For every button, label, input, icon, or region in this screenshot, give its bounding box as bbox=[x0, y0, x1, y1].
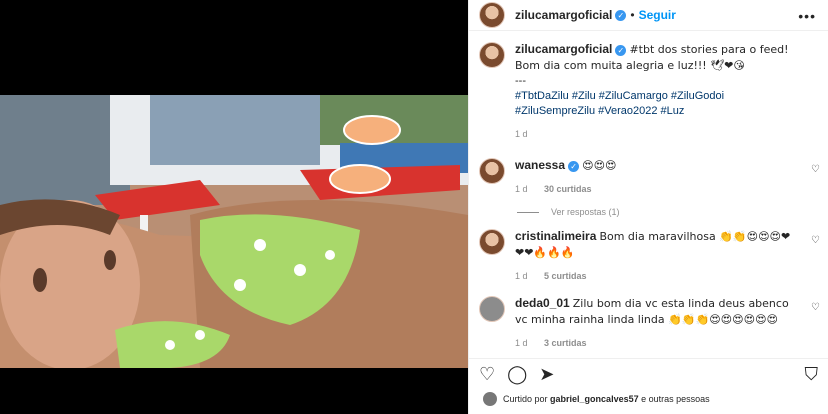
comment-time: 1 d bbox=[515, 338, 528, 348]
comment-likes[interactable]: 30 curtidas bbox=[544, 184, 592, 194]
instagram-post-view: zilucamargoficial ✓ • Seguir ••• zilucam… bbox=[0, 0, 828, 414]
liked-by-prefix: Curtido por bbox=[503, 394, 548, 404]
verified-icon: ✓ bbox=[568, 160, 580, 172]
view-replies-label: Ver respostas (1) bbox=[551, 207, 620, 217]
comment-row: deda0_01 Zilu bom dia vc esta linda deus… bbox=[469, 296, 828, 351]
caption-avatar[interactable] bbox=[479, 42, 505, 68]
author-username[interactable]: zilucamargoficial bbox=[515, 8, 612, 22]
commenter-avatar[interactable] bbox=[479, 229, 505, 255]
caption-row: zilucamargoficial ✓ #tbt dos stories para… bbox=[469, 42, 828, 142]
like-comment-heart-icon[interactable]: ♡ bbox=[811, 302, 820, 313]
comment-row: cristinalimeira Bom dia maravilhosa 👏👏😍😍… bbox=[469, 229, 828, 284]
follow-button[interactable]: Seguir bbox=[639, 8, 676, 22]
comment-meta: 1 d 3 curtidas bbox=[515, 336, 796, 351]
comment-meta: 1 d 5 curtidas bbox=[515, 269, 796, 284]
caption-hashtags[interactable]: #TbtDaZilu #Zilu #ZiluCamargo #ZiluGodoi… bbox=[515, 89, 796, 119]
verified-icon: ✓ bbox=[615, 44, 627, 56]
post-media[interactable] bbox=[0, 0, 468, 414]
comment-time: 1 d bbox=[515, 271, 528, 281]
like-heart-icon[interactable]: ♡ bbox=[479, 365, 495, 383]
commenter-username[interactable]: cristinalimeira bbox=[515, 229, 596, 243]
caption-separator: --- bbox=[515, 75, 526, 87]
post-header: zilucamargoficial ✓ • Seguir ••• bbox=[469, 0, 828, 31]
comment-likes[interactable]: 5 curtidas bbox=[544, 271, 587, 281]
comment-bubble-icon[interactable]: ◯ bbox=[507, 365, 527, 383]
liker-avatar[interactable] bbox=[483, 392, 497, 406]
commenter-username[interactable]: deda0_01 bbox=[515, 296, 570, 310]
liked-by-suffix[interactable]: e outras pessoas bbox=[641, 394, 710, 404]
save-bookmark-icon[interactable]: ⛉ bbox=[805, 365, 819, 383]
author-avatar[interactable] bbox=[479, 2, 505, 28]
dot-separator: • bbox=[630, 8, 635, 22]
liked-by-line: Curtido por gabriel_goncalves57 e outras… bbox=[483, 392, 710, 406]
post-comments-area: zilucamargoficial ✓ #tbt dos stories para… bbox=[469, 42, 828, 351]
view-replies-button[interactable]: Ver respostas (1) bbox=[517, 207, 828, 217]
more-options-icon[interactable]: ••• bbox=[798, 8, 816, 24]
caption-time: 1 d bbox=[515, 129, 528, 139]
comment-text: 😍😍😍 bbox=[582, 159, 617, 172]
post-photo bbox=[0, 95, 468, 368]
caption-meta: 1 d bbox=[515, 127, 796, 142]
comment-row: wanessa ✓ 😍😍😍 1 d 30 curtidas ♡ bbox=[469, 158, 828, 197]
post-details-panel: zilucamargoficial ✓ • Seguir ••• zilucam… bbox=[468, 0, 828, 414]
caption-username[interactable]: zilucamargoficial bbox=[515, 42, 612, 56]
post-actions-bar: ♡ ◯ ➤ ⛉ bbox=[469, 358, 828, 388]
comment-likes[interactable]: 3 curtidas bbox=[544, 338, 587, 348]
comment-meta: 1 d 30 curtidas bbox=[515, 182, 796, 197]
commenter-username[interactable]: wanessa bbox=[515, 158, 565, 172]
like-comment-heart-icon[interactable]: ♡ bbox=[811, 164, 820, 175]
replies-line bbox=[517, 211, 539, 213]
like-comment-heart-icon[interactable]: ♡ bbox=[811, 235, 820, 246]
comment-time: 1 d bbox=[515, 184, 528, 194]
verified-icon: ✓ bbox=[615, 9, 627, 21]
liked-by-user[interactable]: gabriel_goncalves57 bbox=[550, 394, 639, 404]
commenter-avatar[interactable] bbox=[479, 158, 505, 184]
share-send-icon[interactable]: ➤ bbox=[539, 365, 554, 383]
commenter-avatar[interactable] bbox=[479, 296, 505, 322]
